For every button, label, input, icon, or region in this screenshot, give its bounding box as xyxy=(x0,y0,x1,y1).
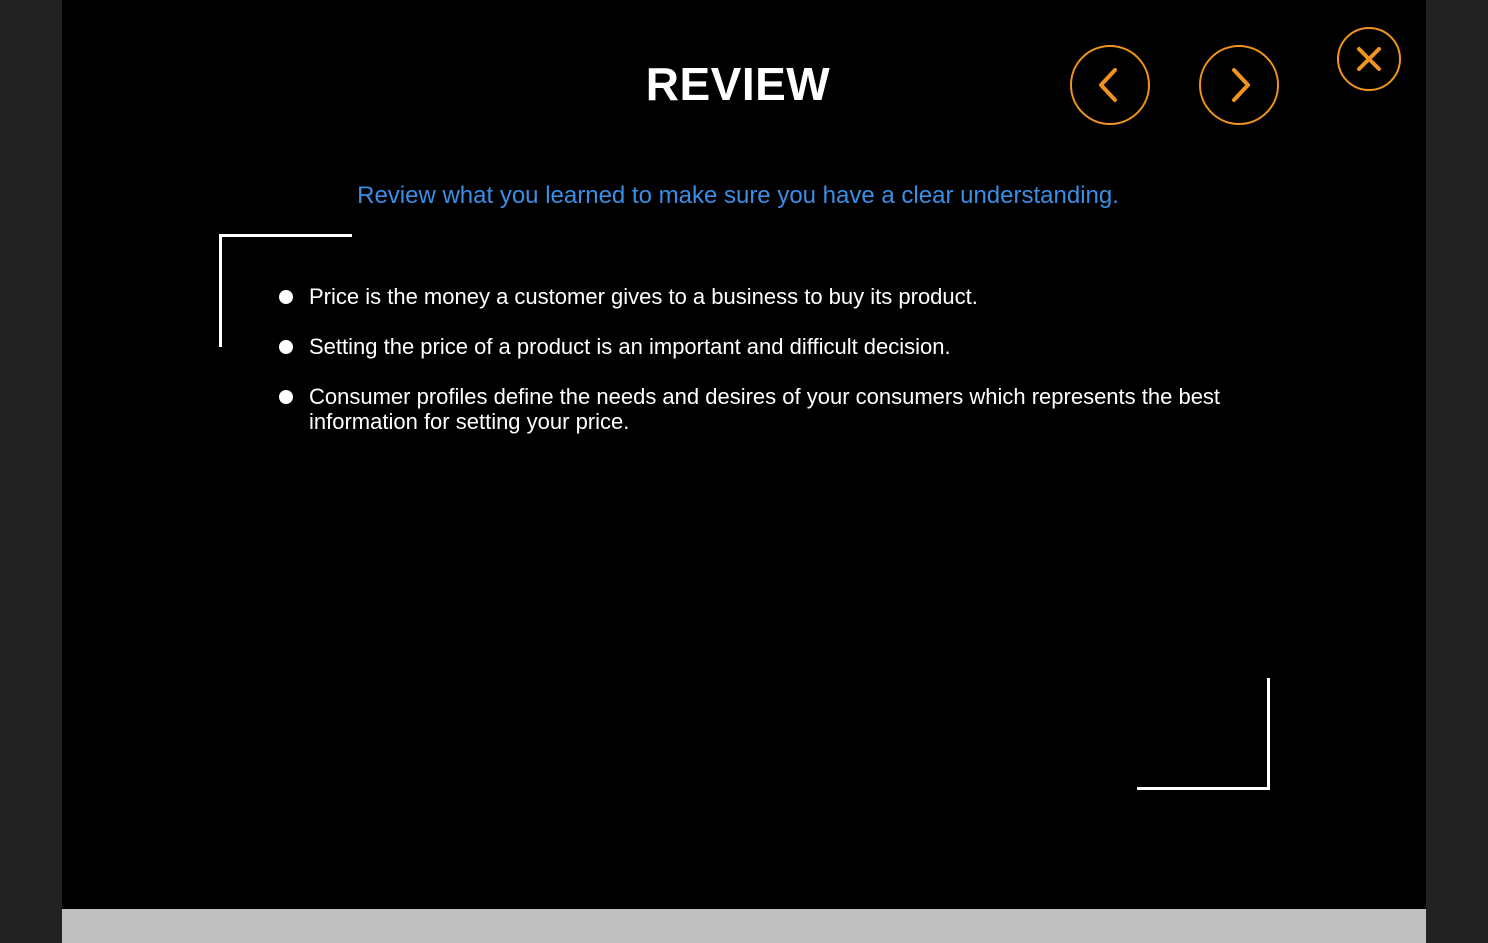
bullet-dot-icon xyxy=(279,390,293,404)
chevron-right-icon xyxy=(1232,68,1250,102)
slide-stage: REVIEW Review what you learned to make s… xyxy=(62,0,1426,909)
corner-bracket-top-left xyxy=(219,234,352,237)
close-button[interactable] xyxy=(1337,27,1401,91)
next-button[interactable] xyxy=(1199,45,1279,125)
chevron-left-icon xyxy=(1099,68,1117,102)
bottom-bar xyxy=(62,909,1426,943)
corner-bracket-top-left-vertical xyxy=(219,234,222,347)
bullet-item: Consumer profiles define the needs and d… xyxy=(278,384,1238,434)
close-icon xyxy=(1357,47,1381,71)
review-bullet-list: Price is the money a customer gives to a… xyxy=(278,284,1238,459)
bullet-dot-icon xyxy=(279,340,293,354)
corner-bracket-bottom-right xyxy=(1137,787,1270,790)
bullet-text: Price is the money a customer gives to a… xyxy=(309,284,978,309)
bullet-item: Price is the money a customer gives to a… xyxy=(278,284,1238,309)
bullet-text: Setting the price of a product is an imp… xyxy=(309,334,951,359)
subtitle: Review what you learned to make sure you… xyxy=(357,182,1119,209)
bullet-item: Setting the price of a product is an imp… xyxy=(278,334,1238,359)
corner-bracket-bottom-right-vertical xyxy=(1267,678,1270,790)
previous-button[interactable] xyxy=(1070,45,1150,125)
bullet-text: Consumer profiles define the needs and d… xyxy=(309,384,1221,434)
bullet-dot-icon xyxy=(279,290,293,304)
